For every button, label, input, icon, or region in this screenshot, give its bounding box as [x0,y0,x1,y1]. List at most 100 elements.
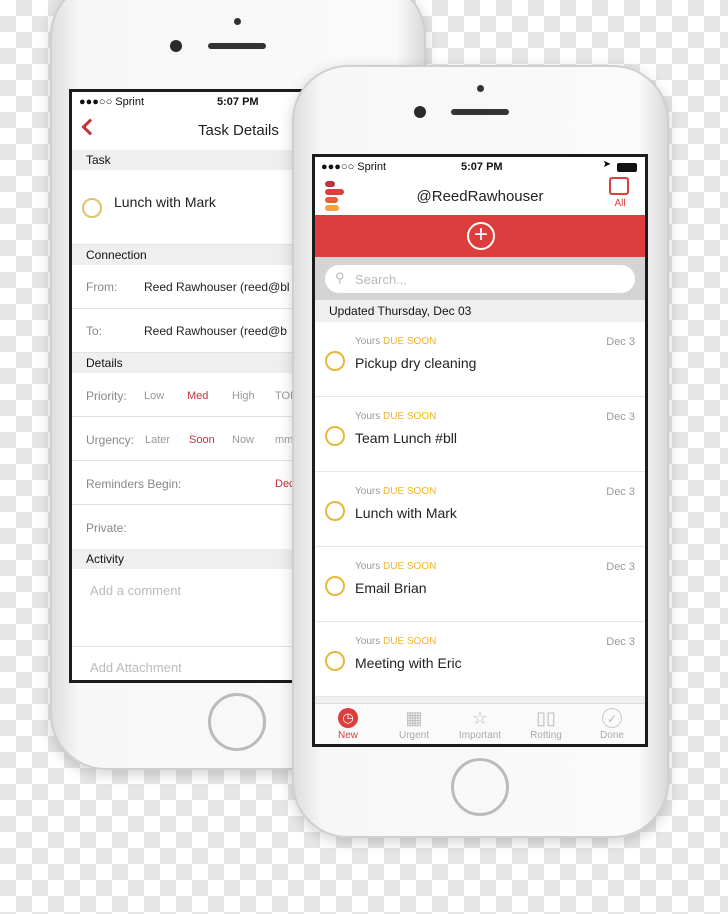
inbox-label: All [614,198,626,209]
speaker [451,109,509,115]
carrier: ●●●○○ Sprint [79,96,145,108]
from-value: Reed Rawhouser (reed@bl [144,280,290,294]
task-meta: Yours DUE SOON [355,561,436,572]
task-checkbox[interactable] [325,651,345,671]
task-date: Dec 3 [606,336,635,348]
tab-done[interactable]: ✓ Done [579,708,645,741]
username-title: @ReedRawhouser [416,188,544,205]
to-value: Reed Rawhouser (reed@b [144,324,287,338]
from-label: From: [86,280,118,294]
task-owner: Yours [355,336,381,347]
task-status: DUE SOON [383,336,437,347]
task-checkbox[interactable] [325,351,345,371]
task-meta: Yours DUE SOON [355,636,436,647]
private-label: Private: [86,521,127,535]
task-title: Team Lunch #bll [355,430,457,446]
task-date: Dec 3 [606,486,635,498]
task-meta: Yours DUE SOON [355,411,436,422]
priority-med[interactable]: Med [187,390,208,402]
tab-label: Done [600,730,624,741]
front-camera [414,106,426,118]
urgency-row: Urgency: Later Soon Now mm [72,417,316,461]
task-row[interactable]: Lunch with Mark [72,170,316,245]
tab-important[interactable]: ☆ Important [447,708,513,741]
carrier: ●●●○○ Sprint [321,161,387,173]
task-item[interactable]: Yours DUE SOON Lunch with Mark Dec 3 [315,472,645,547]
priority-low[interactable]: Low [144,390,164,402]
section-details: Details [72,353,316,373]
clock: 5:07 PM [461,161,503,173]
tab-label: New [337,730,358,741]
urgency-now[interactable]: Now [232,434,254,446]
priority-high[interactable]: High [232,390,255,402]
star-icon: ☆ [471,708,489,728]
urgency-soon[interactable]: Soon [189,434,215,446]
urgency-label: Urgency: [86,433,135,447]
section-task: Task [72,150,316,170]
task-title: Pickup dry cleaning [355,355,477,371]
task-checkbox[interactable] [325,426,345,446]
comment-placeholder: Add a comment [90,583,182,598]
section-connection: Connection [72,245,316,265]
task-owner: Yours [355,411,381,422]
task-date: Dec 3 [606,561,635,573]
inbox-icon [609,177,629,195]
task-details-screen: ●●●○○ Sprint 5:07 PM Task Details Task L… [69,89,319,683]
task-checkbox[interactable] [325,501,345,521]
book-icon: ▯▯ [536,708,556,728]
add-task-button[interactable]: + [467,222,495,250]
group-header: Updated Thursday, Dec 03 [315,300,645,322]
home-button[interactable] [208,693,266,751]
task-date: Dec 3 [606,636,635,648]
task-title: Lunch with Mark [114,194,216,210]
add-bar: + [315,215,645,257]
search-input[interactable]: ⚲ Search... [325,265,635,293]
to-row[interactable]: To: Reed Rawhouser (reed@b [72,309,316,353]
sensor [477,85,484,92]
task-owner: Yours [355,561,381,572]
private-row[interactable]: Private: [72,505,316,549]
task-item[interactable]: Yours DUE SOON Meeting with Eric Dec 3 [315,622,645,697]
front-camera [170,40,182,52]
check-circle-icon: ✓ [602,708,622,728]
task-item[interactable]: Yours DUE SOON Team Lunch #bll Dec 3 [315,397,645,472]
task-owner: Yours [355,486,381,497]
search-icon: ⚲ [335,270,345,285]
comment-input[interactable]: Add a comment [72,569,316,647]
urgency-custom[interactable]: mm [275,434,293,446]
chevron-left-icon[interactable] [81,118,99,136]
tab-new[interactable]: ◷ New [315,708,381,741]
section-activity: Activity [72,549,316,569]
add-attachment-button[interactable]: Add Attachment [90,660,182,675]
task-item[interactable]: Yours DUE SOON Pickup dry cleaning Dec 3 [315,322,645,397]
location-icon: ➤ [602,159,611,170]
task-meta: Yours DUE SOON [355,336,436,347]
urgency-later[interactable]: Later [145,434,170,446]
task-status: DUE SOON [383,411,437,422]
task-list-screen: ●●●○○ Sprint 5:07 PM ➤ @ReedRawhouser Al… [312,154,648,747]
clock: 5:07 PM [217,96,259,108]
to-label: To: [86,324,103,338]
task-status: DUE SOON [383,636,437,647]
search-placeholder: Search... [355,272,408,287]
battery-icon [617,163,637,172]
tab-bar: ◷ New ▦ Urgent ☆ Important ▯▯ Rotting ✓ Done [315,703,645,744]
task-checkbox[interactable] [325,576,345,596]
task-title: Email Brian [355,580,427,596]
task-item[interactable]: Yours DUE SOON Email Brian Dec 3 [315,547,645,622]
task-date: Dec 3 [606,411,635,423]
tab-urgent[interactable]: ▦ Urgent [381,708,447,741]
inbox-button[interactable]: All [609,177,631,209]
tab-label: Important [458,730,502,741]
from-row[interactable]: From: Reed Rawhouser (reed@bl [72,265,316,309]
task-owner: Yours [355,636,381,647]
tab-label: Rotting [530,730,562,741]
reminders-row[interactable]: Reminders Begin: Dec [72,461,316,505]
home-button[interactable] [451,758,509,816]
tab-rotting[interactable]: ▯▯ Rotting [513,708,579,741]
search-bar: ⚲ Search... [315,257,645,300]
task-status: DUE SOON [383,561,437,572]
task-status: DUE SOON [383,486,437,497]
priority-row: Priority: Low Med High TOP [72,373,316,417]
task-checkbox[interactable] [82,198,102,218]
